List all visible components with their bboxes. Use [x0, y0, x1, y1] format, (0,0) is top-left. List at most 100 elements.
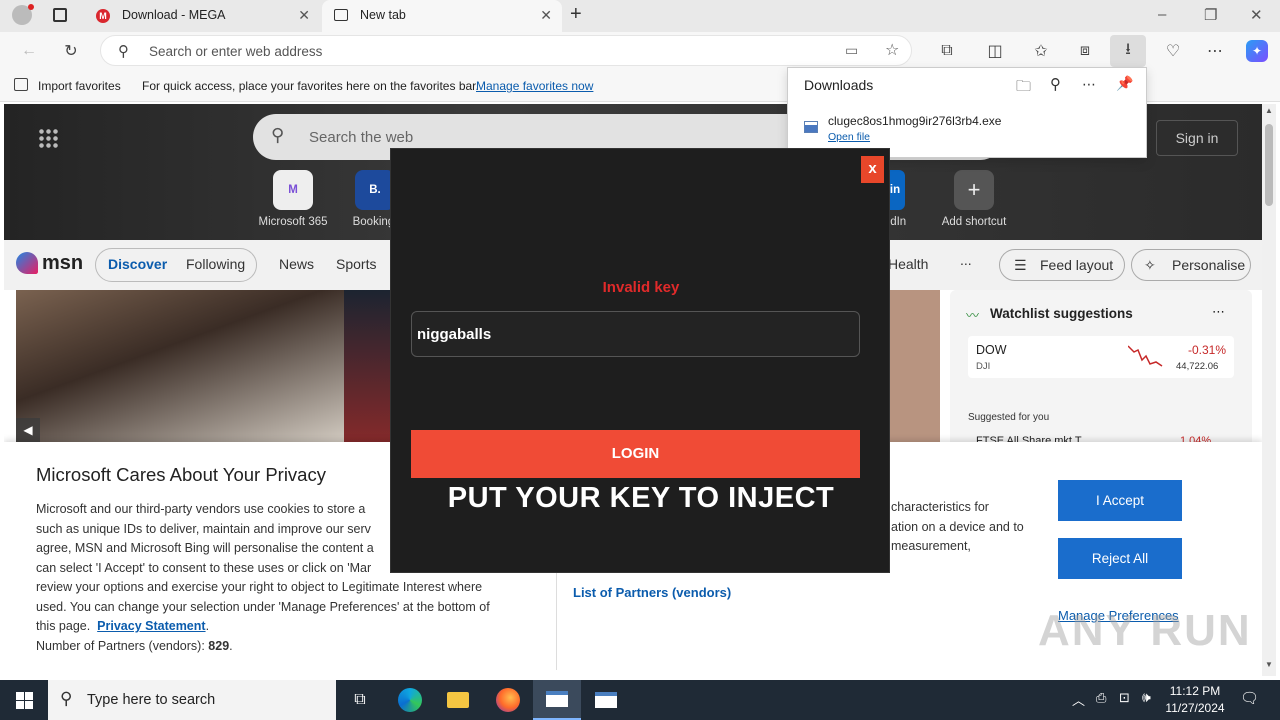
privacy-right-text: characteristics for ation on a device an… [891, 500, 1024, 553]
taskbar-search[interactable]: ⚲ Type here to search [48, 680, 336, 720]
favorites-icon[interactable]: ✩ [1030, 40, 1052, 62]
accept-button[interactable]: I Accept [1058, 480, 1182, 521]
profile-notification-dot [28, 4, 34, 10]
search-icon: ⚲ [271, 125, 285, 145]
tab-sports[interactable]: Sports [336, 256, 376, 272]
msn-logo-icon [16, 252, 38, 274]
shortcut-microsoft-365[interactable]: M Microsoft 365 [258, 170, 328, 228]
stock-row-dow[interactable]: DOW DJI -0.31% 44,722.06 [968, 336, 1234, 378]
key-input[interactable] [411, 311, 860, 357]
immersive-reader-icon[interactable]: ▭ [845, 42, 858, 59]
start-button[interactable] [0, 680, 48, 720]
tab-mega[interactable]: M Download - MEGA ✕ [84, 0, 320, 32]
minimize-icon[interactable]: – [1158, 6, 1166, 23]
close-tab-icon[interactable]: ✕ [298, 7, 310, 24]
settings-more-icon[interactable]: ⋯ [1204, 40, 1226, 62]
tab-discover[interactable]: Discover [108, 256, 167, 272]
feed-layout-button[interactable]: ☰ Feed layout [999, 249, 1125, 281]
partners-count: 829 [208, 638, 230, 653]
watchlist-more-icon[interactable]: ⋯ [1212, 304, 1225, 320]
error-message: Invalid key [602, 279, 680, 296]
back-icon[interactable]: ← [18, 40, 40, 62]
shortcut-add[interactable]: + Add shortcut [934, 170, 1014, 228]
taskbar-search-placeholder: Type here to search [87, 692, 216, 708]
anyrun-watermark: ANY RUN [1038, 606, 1252, 655]
show-hidden-icons[interactable]: ︿ [1072, 690, 1085, 709]
split-screen-icon[interactable]: ◫ [984, 40, 1006, 62]
booking-icon: B. [355, 170, 395, 210]
download-file-name[interactable]: clugec8os1hmog9ir276l3rb4.exe [828, 114, 1001, 128]
news-image-football-player[interactable]: ◀ [16, 290, 344, 450]
app-window-icon-active[interactable] [533, 680, 581, 720]
edge-taskbar-icon[interactable] [386, 680, 434, 720]
app-window-icon[interactable] [582, 680, 630, 720]
personalise-button[interactable]: ✧ Personalise [1131, 249, 1251, 281]
tab-new-tab[interactable]: New tab ✕ [322, 0, 562, 32]
mega-icon: M [96, 9, 110, 23]
system-clock[interactable]: 11:12 PM 11/27/2024 [1160, 683, 1230, 717]
file-explorer-icon[interactable] [434, 680, 482, 720]
partners-count-line: Number of Partners (vendors): 829. [36, 638, 233, 653]
tab-title: New tab [360, 8, 406, 22]
clock-date: 11/27/2024 [1165, 701, 1225, 715]
network-alert-icon[interactable]: ⎙ [1096, 690, 1106, 706]
tab-title: Download - MEGA [122, 8, 226, 22]
copilot-icon[interactable]: ✦ [1246, 40, 1268, 62]
pin-icon[interactable]: 📌 [1116, 75, 1133, 92]
add-icon: + [954, 170, 994, 210]
favorite-star-icon[interactable]: ☆ [885, 40, 899, 60]
close-tab-icon[interactable]: ✕ [540, 7, 552, 24]
new-tab-button[interactable]: + [570, 3, 582, 26]
notifications-icon[interactable]: 🗨 [1240, 689, 1259, 707]
import-favorites-button[interactable]: Import favorites [38, 79, 121, 93]
open-file-link[interactable]: Open file [828, 131, 870, 143]
firefox-icon[interactable] [484, 680, 532, 720]
downloads-panel: Downloads 🗀 ⚲ ⋯ 📌 clugec8os1hmog9ir276l3… [787, 67, 1147, 158]
extensions-icon[interactable]: ⧉ [936, 40, 958, 62]
feed-layout-label: Feed layout [1040, 257, 1114, 273]
personalise-label: Personalise [1172, 257, 1246, 273]
scroll-up-icon[interactable]: ▲ [1265, 106, 1273, 115]
restore-icon[interactable]: ❐ [1204, 6, 1217, 24]
open-folder-icon[interactable]: 🗀 [1016, 76, 1031, 101]
stock-sparkline [1128, 345, 1163, 367]
network-icon[interactable]: ⊡ [1119, 690, 1130, 706]
taskbar: ⚲ Type here to search ⧉ ︿ ⎙ ⊡ 🕪 11:12 PM… [0, 680, 1280, 720]
downloads-icon[interactable]: ⭳ [1110, 35, 1146, 67]
scroll-down-icon[interactable]: ▼ [1265, 660, 1273, 669]
volume-icon[interactable]: 🕪 [1142, 689, 1151, 706]
msn-logo[interactable]: msn [42, 252, 83, 275]
carousel-prev-icon[interactable]: ◀ [16, 418, 40, 442]
refresh-icon[interactable]: ↻ [60, 40, 82, 62]
web-search-placeholder: Search the web [309, 129, 414, 146]
privacy-statement-link[interactable]: Privacy Statement [97, 619, 205, 633]
tab-health[interactable]: Health [888, 256, 928, 272]
newtab-icon [334, 9, 348, 21]
close-button[interactable]: x [861, 156, 884, 183]
task-view-icon[interactable]: ⧉ [336, 680, 384, 720]
page-scrollbar[interactable]: ▲ ▼ [1262, 104, 1276, 676]
tab-actions-icon[interactable] [53, 8, 67, 22]
collections-icon[interactable]: ⧈ [1074, 40, 1096, 62]
close-window-icon[interactable]: ✕ [1250, 6, 1263, 24]
scroll-thumb[interactable] [1265, 124, 1273, 206]
downloads-more-icon[interactable]: ⋯ [1082, 76, 1096, 93]
tab-following[interactable]: Following [186, 256, 245, 272]
login-button[interactable]: LOGIN [411, 430, 860, 478]
manage-favorites-link[interactable]: Manage favorites now [476, 79, 593, 93]
injector-login-window: x Invalid key LOGIN PUT YOUR KEY TO INJE… [390, 148, 890, 573]
tab-strip: M Download - MEGA ✕ New tab ✕ + – ❐ ✕ [0, 0, 1280, 32]
apps-grid-icon[interactable] [38, 128, 58, 148]
suggested-label: Suggested for you [968, 412, 1050, 423]
address-bar[interactable]: ⚲ Search or enter web address ▭ ☆ [100, 35, 912, 66]
search-downloads-icon[interactable]: ⚲ [1050, 75, 1061, 93]
more-nav-icon[interactable]: ... [960, 252, 972, 268]
list-of-partners-link[interactable]: List of Partners (vendors) [573, 585, 731, 600]
tab-news[interactable]: News [279, 256, 314, 272]
sign-in-button[interactable]: Sign in [1156, 120, 1238, 156]
performance-icon[interactable]: ♡ [1162, 40, 1184, 62]
reject-all-button[interactable]: Reject All [1058, 538, 1182, 579]
import-favorites-icon[interactable] [14, 78, 28, 91]
navigation-bar: ← ↻ ⚲ Search or enter web address ▭ ☆ ⧉ … [0, 32, 1280, 70]
microsoft-365-icon: M [273, 170, 313, 210]
